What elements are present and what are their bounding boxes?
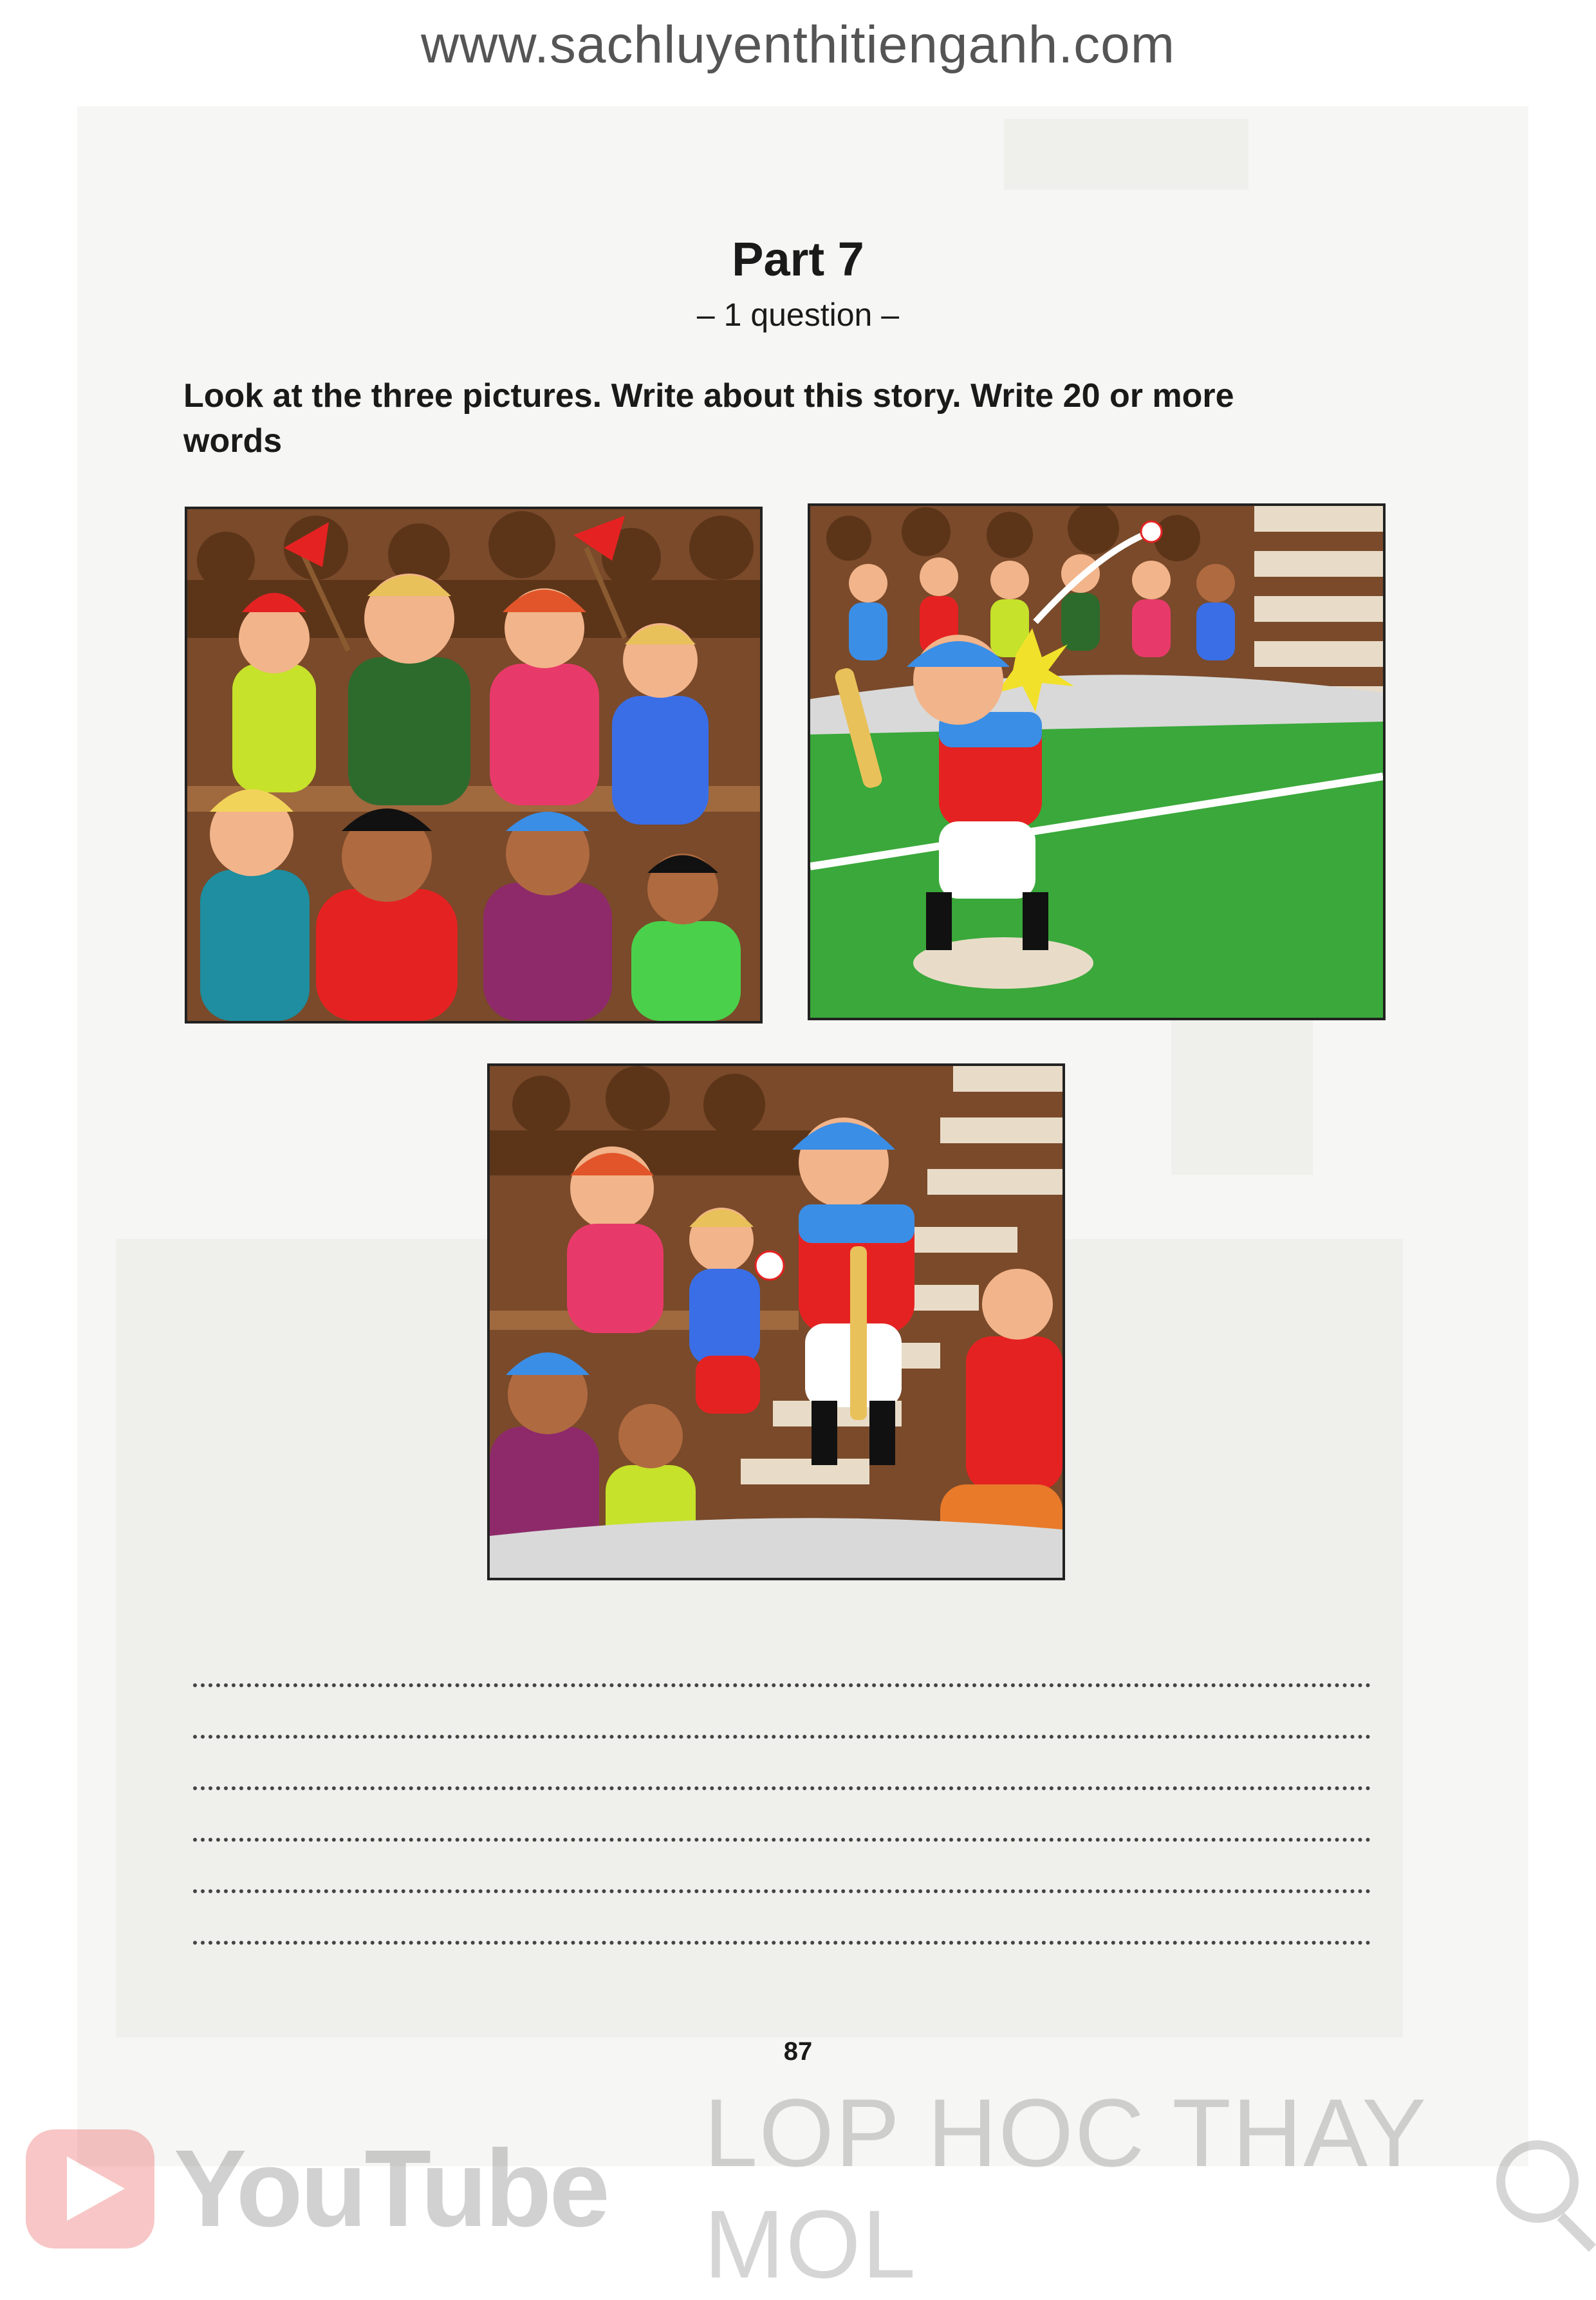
question-count: – 1 question –: [696, 297, 900, 333]
youtube-play-icon: [26, 2129, 154, 2249]
batter-hitting-ball-icon: [810, 506, 1383, 1018]
batter-giving-ball-icon: [490, 1066, 1062, 1578]
answer-line-6[interactable]: [193, 1941, 1371, 1945]
answer-line-3[interactable]: [193, 1786, 1371, 1790]
answer-line-4[interactable]: [193, 1838, 1371, 1842]
page-number: 87: [783, 2037, 813, 2066]
answer-line-2[interactable]: [193, 1735, 1371, 1739]
site-url-header[interactable]: www.sachluyenthitienganh.com: [0, 0, 1596, 90]
picture-3-ball-to-boy: [487, 1063, 1065, 1580]
picture-1-crowd: [185, 507, 763, 1024]
part-title: Part 7: [732, 232, 864, 286]
channel-name: LOP HOC THAY MOL: [703, 2079, 1426, 2298]
search-icon: [1496, 2140, 1596, 2252]
youtube-watermark: YouTube LOP HOC THAY MOL: [26, 2079, 1596, 2298]
show-through-block: [1004, 119, 1248, 190]
picture-2-batter-hits: [808, 503, 1386, 1020]
answer-line-5[interactable]: [193, 1889, 1371, 1893]
youtube-wordmark: YouTube: [173, 2127, 610, 2250]
instruction-text: Look at the three pictures. Write about …: [183, 377, 1234, 460]
cheering-crowd-icon: [187, 509, 760, 1021]
answer-line-1[interactable]: [193, 1683, 1371, 1687]
